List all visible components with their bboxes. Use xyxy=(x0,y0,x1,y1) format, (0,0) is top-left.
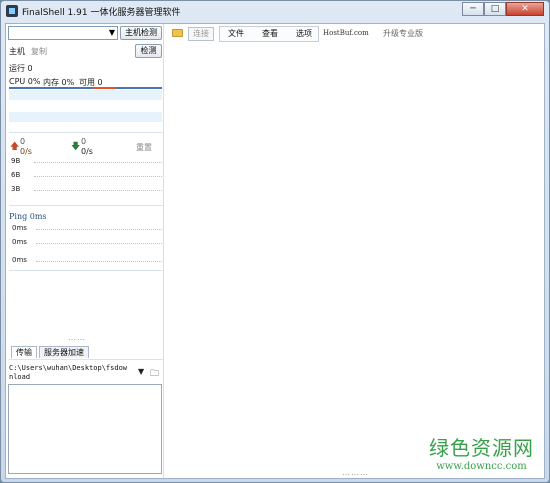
divider xyxy=(9,270,163,271)
grid-line xyxy=(34,190,162,191)
divider xyxy=(9,132,163,133)
traffic-tick: 6B xyxy=(11,171,21,179)
brand-link[interactable]: HostBuf.com xyxy=(323,29,369,37)
host-select[interactable]: ▼ xyxy=(8,26,118,40)
download-rate: 0/s xyxy=(81,147,93,156)
tab-transfer[interactable]: 传输 xyxy=(11,346,37,358)
host-check-button[interactable]: 主机检测 xyxy=(120,26,162,40)
tab-server-acceleration[interactable]: 服务器加速 xyxy=(39,346,89,358)
process-list-row xyxy=(9,112,162,122)
folder-icon[interactable]: 🗀 xyxy=(150,366,159,382)
left-panel: ▼ 主机检测 主机 复制 检测 运行 0 CPU 0% 内存 0% 可用 0 🡅… xyxy=(6,24,164,478)
host-label: 主机 xyxy=(9,47,25,56)
download-path: C:\Users\wuhan\Desktop\fsdownload xyxy=(9,364,128,381)
open-folder-icon[interactable] xyxy=(172,29,183,37)
grid-line xyxy=(36,243,162,244)
traffic-tick: 9B xyxy=(11,157,21,165)
ping-tick: 0ms xyxy=(12,224,27,232)
grid-line xyxy=(34,162,162,163)
reset-button[interactable]: 重置 xyxy=(136,142,152,153)
chevron-down-icon[interactable]: ▼ xyxy=(138,367,144,376)
upload-value: 0 xyxy=(20,137,26,146)
traffic-tick: 3B xyxy=(11,185,21,193)
splitter-handle[interactable]: ⋯⋯ xyxy=(68,335,86,344)
client-area: ▼ 主机检测 主机 复制 检测 运行 0 CPU 0% 内存 0% 可用 0 🡅… xyxy=(5,23,545,479)
maximize-button[interactable]: □ xyxy=(484,2,506,16)
download-arrow-icon: 🡇 xyxy=(71,142,81,152)
watermark-url: www.downcc.com xyxy=(436,461,527,472)
bottom-tabs: 传输 服务器加速 xyxy=(11,346,89,358)
upload-rate: 0/s xyxy=(20,147,32,156)
ping-title: Ping 0ms xyxy=(9,212,47,221)
app-window: FinalShell 1.91 一体化服务器管理软件 ─ □ ✕ ▼ 主机检测 … xyxy=(0,0,550,483)
uptime-label: 运行 0 xyxy=(9,64,33,73)
app-icon xyxy=(6,5,18,17)
view-menu[interactable]: 查看 xyxy=(258,27,282,41)
file-menu[interactable]: 文件 xyxy=(224,27,248,41)
toolbar: 连接 文件 查看 选项 HostBuf.com 升级专业版 xyxy=(166,24,544,44)
grid-line xyxy=(36,261,162,262)
watermark: 绿色资源网 www.downcc.com xyxy=(429,432,534,472)
download-value: 0 xyxy=(81,137,87,146)
upload-arrow-icon: 🡅 xyxy=(10,142,20,152)
minimize-button[interactable]: ─ xyxy=(462,2,484,16)
connect-button[interactable]: 连接 xyxy=(188,27,214,41)
watermark-title: 绿色资源网 xyxy=(429,436,534,460)
grid-line xyxy=(34,176,162,177)
grid-line xyxy=(36,229,162,230)
divider xyxy=(9,205,163,206)
ping-tick: 0ms xyxy=(12,238,27,246)
close-button[interactable]: ✕ xyxy=(506,2,544,16)
copy-link[interactable]: 复制 xyxy=(31,46,47,57)
splitter-handle[interactable]: ⋯⋯⋯ xyxy=(342,470,369,479)
ping-tick: 0ms xyxy=(12,256,27,264)
chevron-down-icon[interactable]: ▼ xyxy=(109,28,115,37)
divider xyxy=(9,359,163,360)
transfer-list[interactable] xyxy=(8,384,162,474)
check-button[interactable]: 检测 xyxy=(135,44,162,58)
process-list-row xyxy=(9,90,162,100)
window-title: FinalShell 1.91 一体化服务器管理软件 xyxy=(22,8,181,18)
memory-bar-indicator xyxy=(93,87,115,89)
cpu-usage: CPU 0% xyxy=(9,77,41,86)
main-panel: 连接 文件 查看 选项 HostBuf.com 升级专业版 ⋯⋯⋯ 绿色资源网 … xyxy=(166,24,544,479)
cpu-bar xyxy=(9,87,162,89)
upgrade-link[interactable]: 升级专业版 xyxy=(383,28,423,39)
options-menu[interactable]: 选项 xyxy=(292,27,316,41)
title-bar: FinalShell 1.91 一体化服务器管理软件 ─ □ ✕ xyxy=(1,1,549,23)
window-controls: ─ □ ✕ xyxy=(462,2,544,16)
